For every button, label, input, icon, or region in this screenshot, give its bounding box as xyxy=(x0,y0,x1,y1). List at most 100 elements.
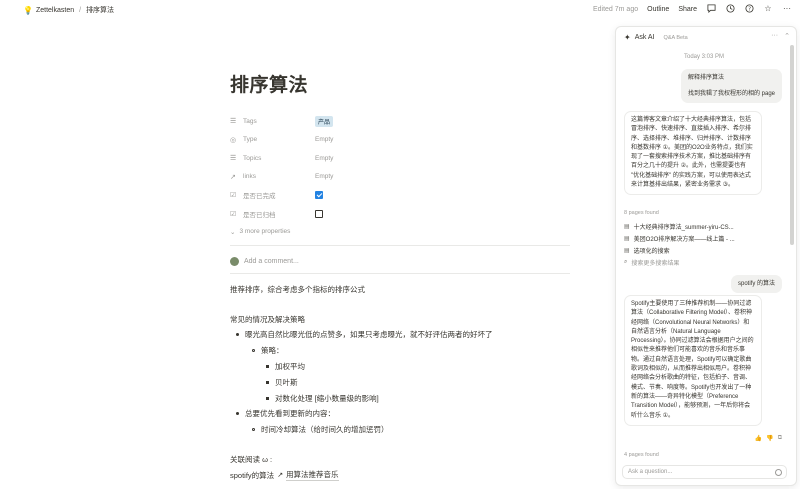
property-type[interactable]: ◎ Type Empty xyxy=(230,131,575,150)
more-sources-label: 搜索更多搜索结果 xyxy=(631,261,680,267)
beta-badge: Q&A Beta xyxy=(663,34,688,41)
paragraph-text: spotify的算法 xyxy=(230,470,275,480)
svg-text:?: ? xyxy=(748,7,751,13)
property-value[interactable]: Empty xyxy=(315,173,333,180)
copy-icon[interactable]: ⧉ xyxy=(778,435,782,442)
list-item[interactable]: 对数化处理 [缩小数量级的影响] xyxy=(266,393,379,404)
list-item-text: 贝叶斯 xyxy=(275,378,298,387)
archived-checkbox[interactable] xyxy=(315,209,323,218)
property-name: Type xyxy=(243,136,258,144)
send-icon[interactable] xyxy=(775,469,782,476)
edited-timestamp: Edited 7m ago xyxy=(592,5,639,13)
property-value[interactable]: Empty xyxy=(315,155,333,162)
checkbox-icon: ☑ xyxy=(230,192,237,200)
top-bar: 💡 Zettelkasten / 排序算法 Edited 7m ago Outl… xyxy=(0,0,800,20)
property-name: Tags xyxy=(243,117,257,125)
sparkle-icon: ✦ xyxy=(624,33,631,42)
clock-icon[interactable] xyxy=(725,4,735,14)
list-item-text: 总要优先看到更新的内容： xyxy=(245,409,335,418)
reaction-buttons: 👍 👎 ⧉ xyxy=(755,435,782,442)
list-item[interactable]: 加权平均 xyxy=(266,361,305,372)
bullet-dot xyxy=(252,349,255,352)
property-list: ☰ Tags 产品 ◎ Type Empty ☰ Topics Empty ↗ … xyxy=(230,112,575,240)
ai-answer: 这篇博客文章介绍了十大经典排序算法，包括冒泡排序、快速排序、直接插入排序、希尔排… xyxy=(624,111,762,196)
user-message: 解释排序算法 找到我辑了我权程形的相的 page xyxy=(680,69,782,103)
source-title: 美团O2O排序解决方案——线上篇 - ... xyxy=(633,237,735,243)
list-item-text: 对数化处理 [缩小数量级的影响] xyxy=(275,394,379,403)
list-item-text: 策略： xyxy=(261,346,284,355)
pages-found: 4 pages found xyxy=(624,452,659,458)
property-topics[interactable]: ☰ Topics Empty xyxy=(230,149,575,168)
list-item-text: 曝光高自然比曝光低的点赞多，如果只考虑曝光，就不好评估两者的好坏了 xyxy=(245,330,493,339)
property-links[interactable]: ↗ links Empty xyxy=(230,168,575,187)
list-icon: ☰ xyxy=(230,155,237,163)
breadcrumb: 💡 Zettelkasten / 排序算法 xyxy=(23,5,114,15)
message-line: 解释排序算法 xyxy=(687,75,724,81)
page-title[interactable]: 排序算法 xyxy=(230,70,575,97)
more-sources[interactable]: ⌕ 搜索更多搜索结果 xyxy=(624,258,679,267)
list-icon: ☰ xyxy=(230,118,237,126)
list-item[interactable]: 贝叶斯 xyxy=(266,377,298,388)
ai-controls: ··· ⌃ xyxy=(771,32,790,40)
comment-placeholder: Add a comment... xyxy=(244,257,299,265)
breadcrumb-workspace[interactable]: Zettelkasten xyxy=(36,7,74,14)
divider xyxy=(230,273,570,274)
thumbs-up-icon[interactable]: 👍 xyxy=(755,435,762,442)
page-link[interactable]: 用算法推荐音乐 xyxy=(286,469,339,481)
property-tags[interactable]: ☰ Tags 产品 xyxy=(230,112,575,131)
share-button[interactable]: Share xyxy=(678,6,697,13)
breadcrumb-separator: / xyxy=(79,6,82,14)
circle-icon: ◎ xyxy=(230,136,237,144)
scrollbar[interactable] xyxy=(790,45,794,475)
property-archived[interactable]: ☑ 是否已归档 xyxy=(230,205,575,224)
list-item[interactable]: 时间冷却算法（给时间久的增加惩罚） xyxy=(252,424,389,435)
list-item[interactable]: 策略： xyxy=(252,345,284,356)
comment-icon[interactable] xyxy=(706,4,716,14)
search-icon: ⌕ xyxy=(624,259,628,265)
property-completed[interactable]: ☑ 是否已完成 xyxy=(230,186,575,205)
user-message: spotify 的算法 xyxy=(730,275,782,293)
ask-question-input[interactable]: Ask a question... xyxy=(622,465,787,479)
link-icon: ↗ xyxy=(230,173,236,181)
page-icon: ▤ xyxy=(624,236,630,242)
page-icon: ▤ xyxy=(624,248,630,254)
list-item[interactable]: 曝光高自然比曝光低的点赞多，如果只考虑曝光，就不好评估两者的好坏了 xyxy=(236,329,493,340)
more-icon[interactable]: ··· xyxy=(782,4,792,14)
paragraph: spotify的算法 ↗ 用算法推荐音乐 xyxy=(230,469,339,481)
source-item[interactable]: ▤ 十大经典排序算法_summer-yiru-CS... xyxy=(624,222,734,231)
comment-input[interactable]: Add a comment... xyxy=(230,255,575,267)
scrollbar-thumb[interactable] xyxy=(790,45,794,245)
property-name: Topics xyxy=(243,154,262,162)
divider xyxy=(230,245,570,246)
property-value[interactable]: Empty xyxy=(315,136,333,143)
document: 排序算法 ☰ Tags 产品 ◎ Type Empty ☰ Topics Emp… xyxy=(230,70,575,274)
source-item[interactable]: ▤ 选项化的搜索 xyxy=(624,246,670,255)
tag-chip[interactable]: 产品 xyxy=(315,115,334,127)
help-icon[interactable]: ? xyxy=(744,4,754,14)
chevron-down-icon: ⌄ xyxy=(230,228,236,236)
breadcrumb-page[interactable]: 排序算法 xyxy=(86,5,114,15)
bullet-dot xyxy=(266,365,269,368)
list-item[interactable]: 总要优先看到更新的内容： xyxy=(236,408,335,419)
more-icon[interactable]: ··· xyxy=(771,32,778,40)
bullet-dot xyxy=(252,428,255,431)
top-actions: Edited 7m ago Outline Share ? ☆ ··· xyxy=(593,4,792,14)
minimize-icon[interactable]: ⌃ xyxy=(784,32,790,40)
more-properties-label: 3 more properties xyxy=(239,228,291,235)
paragraph-heading[interactable]: 常见的情况及解决策略 xyxy=(230,314,305,325)
lightbulb-icon: 💡 xyxy=(23,5,33,15)
outline-button[interactable]: Outline xyxy=(647,6,669,13)
page-icon: ▤ xyxy=(624,224,630,230)
paragraph[interactable]: 推荐排序，综合考虑多个指标的排序公式 xyxy=(230,284,365,295)
list-item-text: 加权平均 xyxy=(275,362,305,371)
completed-checkbox[interactable] xyxy=(315,191,323,200)
thumbs-down-icon[interactable]: 👎 xyxy=(766,435,773,442)
source-item[interactable]: ▤ 美团O2O排序解决方案——线上篇 - ... xyxy=(624,234,735,243)
chat-timestamp: Today 3:03 PM xyxy=(683,54,725,60)
star-icon[interactable]: ☆ xyxy=(763,4,773,14)
property-name: 是否已完成 xyxy=(243,193,276,201)
more-properties-toggle[interactable]: ⌄ 3 more properties xyxy=(230,223,575,240)
bullet-dot xyxy=(266,381,269,384)
pages-found: 8 pages found xyxy=(624,210,659,216)
paragraph[interactable]: 关联阅读 ω : xyxy=(230,454,272,465)
